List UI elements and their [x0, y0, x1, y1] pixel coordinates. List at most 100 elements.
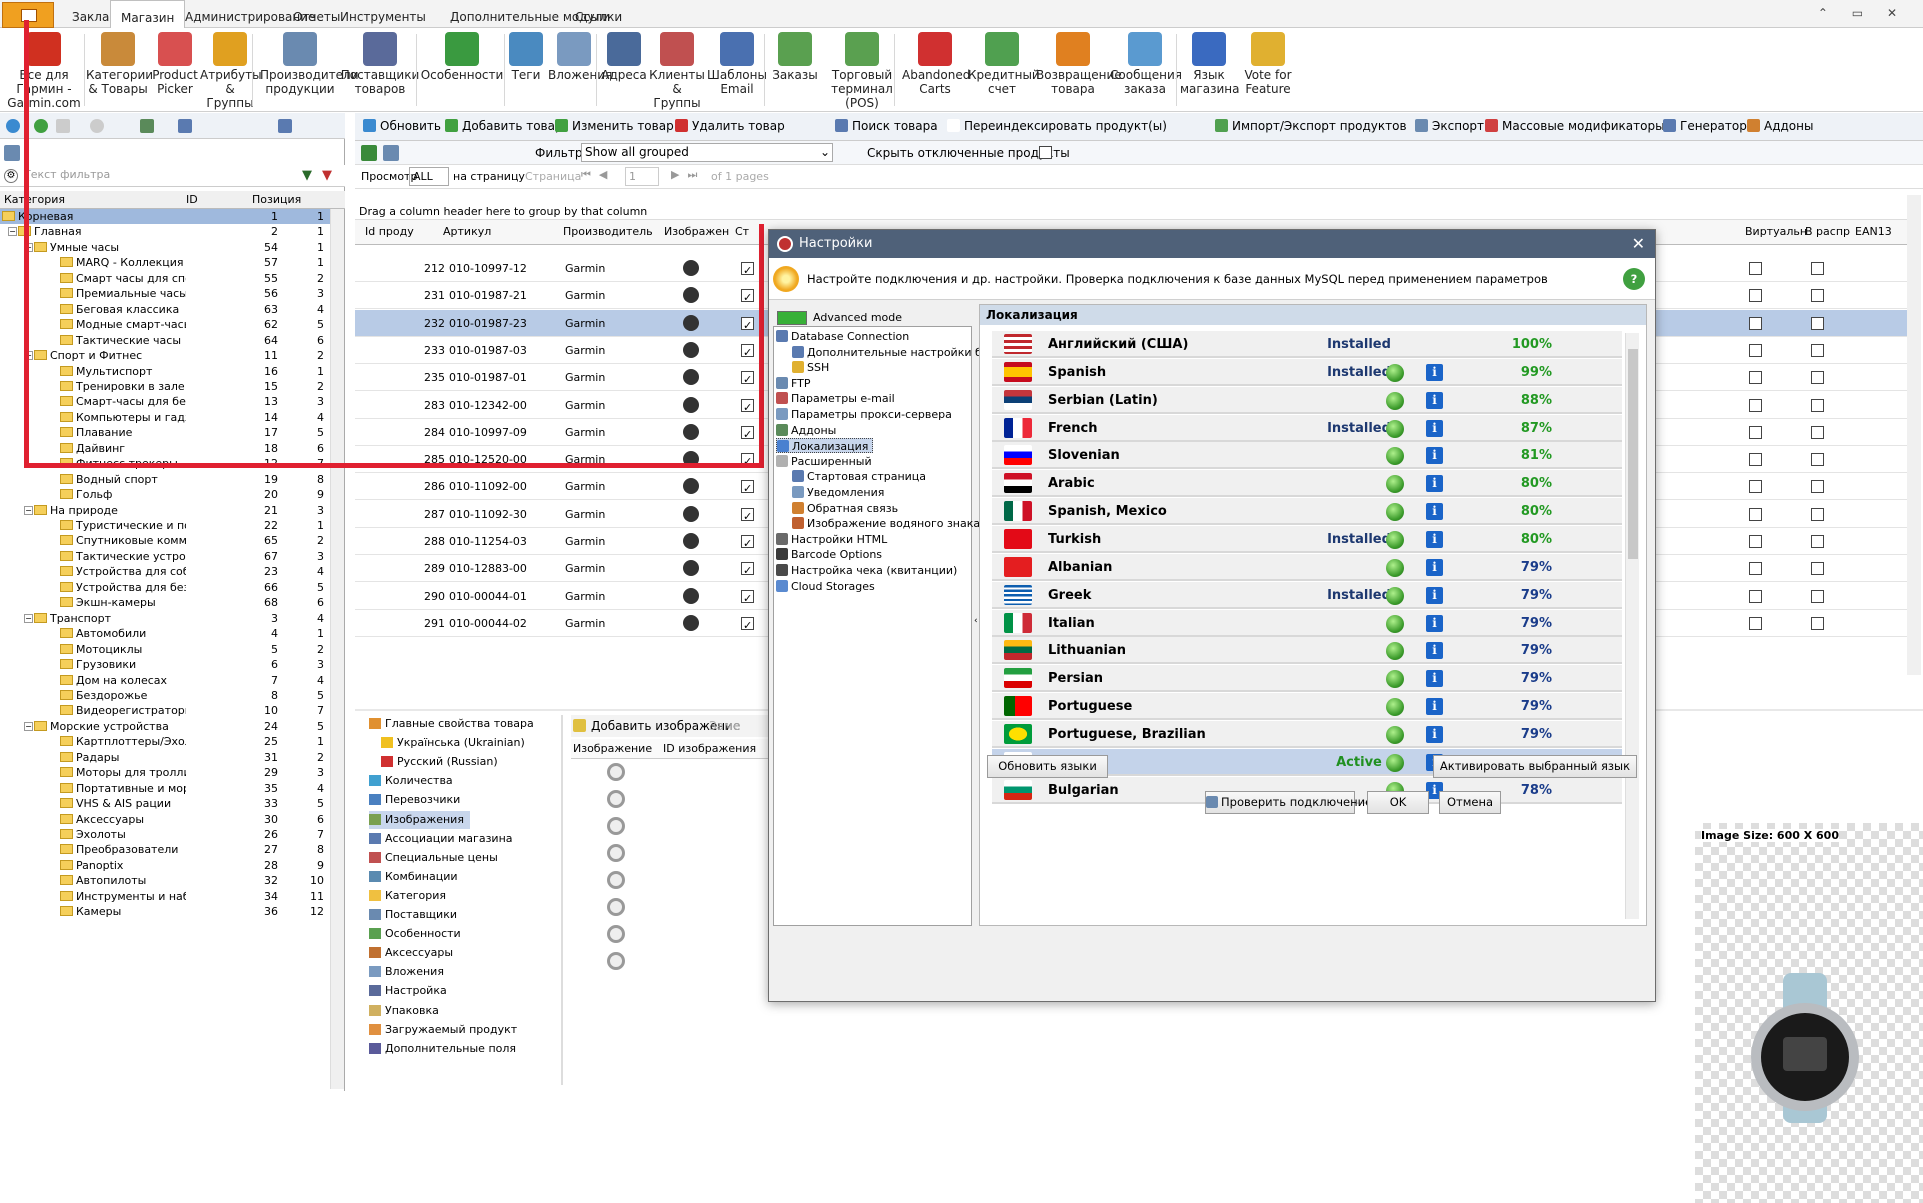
ribbon-chat-button[interactable]: Сообщения заказа — [1110, 32, 1182, 110]
tree-row[interactable]: Компьютеры и гадж 14 4 — [0, 410, 330, 425]
nav-item[interactable]: Аддоны — [776, 423, 840, 438]
toolbar-addons-button[interactable]: Аддоны — [1747, 119, 1813, 133]
col-image-id[interactable]: ID изображения — [663, 742, 756, 755]
nav-item[interactable]: Barcode Options — [776, 547, 886, 562]
toggle-switch[interactable] — [777, 311, 807, 325]
language-row[interactable]: French Installed i 87% — [992, 414, 1622, 442]
available-checkbox[interactable] — [1811, 343, 1824, 357]
ribbon-credit-button[interactable]: Кредитный счет — [968, 32, 1040, 110]
image-thumbnail[interactable] — [607, 925, 625, 943]
status-checkbox[interactable] — [741, 585, 754, 612]
property-item[interactable]: Количества — [369, 772, 453, 790]
tree-row[interactable]: Мультиспорт 16 1 — [0, 364, 330, 379]
nav-item[interactable]: Расширенный — [776, 454, 876, 469]
property-item[interactable]: Загружаемый продукт — [369, 1021, 517, 1039]
status-checkbox[interactable] — [741, 503, 754, 530]
move-icon[interactable] — [140, 119, 154, 133]
virtual-checkbox[interactable] — [1749, 616, 1762, 630]
status-checkbox[interactable] — [741, 475, 754, 502]
available-checkbox[interactable] — [1811, 589, 1824, 603]
apply-filter-icon[interactable]: ▼ — [302, 168, 316, 183]
tree-row[interactable]: Инструменты и набс 34 11 — [0, 889, 330, 904]
image-thumbnail[interactable] — [607, 763, 625, 781]
nav-item[interactable]: Cloud Storages — [776, 579, 879, 594]
tree-row[interactable]: Дайвинг 18 6 — [0, 441, 330, 456]
check-connection-button[interactable]: Проверить подключение — [1205, 791, 1372, 814]
property-item[interactable]: Категория — [369, 887, 446, 905]
globe-icon[interactable] — [1386, 363, 1404, 382]
nav-item[interactable]: Database Connection — [776, 329, 913, 344]
grid-scrollbar[interactable] — [1907, 195, 1921, 675]
tree-row[interactable]: Дом на колесах 7 4 — [0, 673, 330, 688]
tree-row[interactable]: Преобразователи 27 8 — [0, 842, 330, 857]
status-checkbox[interactable] — [741, 394, 754, 421]
toolbar-add-button[interactable]: Добавить товар — [445, 119, 563, 133]
window-controls[interactable]: ⌃ ▭ ✕ — [1818, 6, 1907, 20]
nav-item[interactable]: Параметры e-mail — [776, 391, 899, 406]
globe-icon[interactable] — [1386, 614, 1404, 633]
tree-row[interactable]: Беговая классика 63 4 — [0, 302, 330, 317]
language-row[interactable]: Lithuanian i 79% — [992, 637, 1622, 665]
col-product-id[interactable]: Id проду — [365, 220, 414, 244]
available-checkbox[interactable] — [1811, 562, 1824, 576]
update-languages-button[interactable]: Обновить языки — [987, 755, 1108, 778]
property-item[interactable]: Перевозчики — [369, 791, 460, 809]
available-checkbox[interactable] — [1811, 425, 1824, 439]
language-scrollbar[interactable] — [1625, 333, 1639, 919]
page-nav-forward[interactable]: ▶⏭ — [671, 168, 705, 182]
tree-row[interactable]: − Морские устройства 24 5 — [0, 719, 330, 734]
tree-row[interactable]: Портативные и морс 35 4 — [0, 781, 330, 796]
language-row[interactable]: Slovenian i 81% — [992, 442, 1622, 470]
info-icon[interactable]: i — [1426, 391, 1443, 409]
globe-icon[interactable] — [1386, 558, 1404, 577]
property-item[interactable]: Українська (Ukrainian) — [381, 734, 525, 752]
refresh-icon[interactable] — [6, 119, 20, 133]
available-checkbox[interactable] — [1811, 262, 1824, 275]
info-icon[interactable]: i — [1426, 503, 1443, 521]
virtual-checkbox[interactable] — [1749, 398, 1762, 412]
status-checkbox[interactable] — [741, 421, 754, 448]
globe-icon[interactable] — [1386, 530, 1404, 549]
col-status[interactable]: Ст — [735, 220, 749, 244]
language-row[interactable]: Italian i 79% — [992, 609, 1622, 637]
ribbon-tag-button[interactable]: Теги — [504, 32, 548, 110]
available-checkbox[interactable] — [1811, 371, 1824, 385]
language-row[interactable]: Greek Installed i 79% — [992, 581, 1622, 609]
tree-row[interactable]: Грузовики 6 3 — [0, 657, 330, 672]
collapse-icon[interactable]: − — [8, 227, 17, 237]
tree-row[interactable]: Премиальные часы 56 3 — [0, 286, 330, 301]
activate-language-button[interactable]: Активировать выбранный язык — [1433, 755, 1637, 778]
ribbon-star-button[interactable]: Vote for Feature — [1238, 32, 1298, 110]
toolbar-delete-button[interactable]: Удалить товар — [675, 119, 785, 133]
ribbon-shop-button[interactable]: Все для Гармин - Garmin.com — [2, 32, 86, 110]
nav-item[interactable]: Дополнительные настройки ба — [792, 345, 993, 360]
language-row[interactable]: Portuguese i 79% — [992, 693, 1622, 721]
language-row[interactable]: Arabic i 80% — [992, 470, 1622, 498]
info-icon[interactable]: i — [1426, 586, 1443, 604]
status-checkbox[interactable] — [741, 612, 754, 639]
tree-row[interactable]: Смарт часы для спо 55 2 — [0, 271, 330, 286]
tree-row[interactable]: Бездорожье 8 5 — [0, 688, 330, 703]
col-position[interactable]: Позиция — [252, 193, 301, 206]
language-row[interactable]: Turkish Installed i 80% — [992, 525, 1622, 553]
toolbar-export-button[interactable]: Экспорт — [1415, 119, 1484, 133]
help-icon[interactable]: ? — [1623, 268, 1645, 290]
language-row[interactable]: Spanish Installed i 99% — [992, 358, 1622, 386]
col-virtual[interactable]: Виртуальн — [1745, 220, 1807, 244]
menu-tab-6[interactable]: Ссылки — [565, 0, 632, 28]
nav-item[interactable]: Уведомления — [792, 485, 888, 500]
refresh-filter-icon[interactable] — [361, 145, 377, 161]
toolbar-refresh-button[interactable]: Обновить — [363, 119, 441, 133]
image-thumbnail[interactable] — [607, 790, 625, 808]
toolbar-search-button[interactable]: Поиск товара — [835, 119, 938, 133]
info-icon[interactable]: i — [1426, 642, 1443, 660]
virtual-checkbox[interactable] — [1749, 480, 1762, 494]
available-checkbox[interactable] — [1811, 535, 1824, 548]
ribbon-pos-button[interactable]: Торговый терминал (POS) — [822, 32, 902, 110]
ribbon-envelope-button[interactable]: Заказы — [768, 32, 822, 110]
virtual-checkbox[interactable] — [1749, 507, 1762, 521]
ribbon-box-button[interactable]: Product Picker — [150, 32, 200, 110]
col-image[interactable]: Изображен — [664, 220, 729, 244]
tree-row[interactable]: Видеорегистраторы 10 7 — [0, 703, 330, 718]
ribbon-bag-button[interactable]: Категории & Товары — [86, 32, 153, 110]
